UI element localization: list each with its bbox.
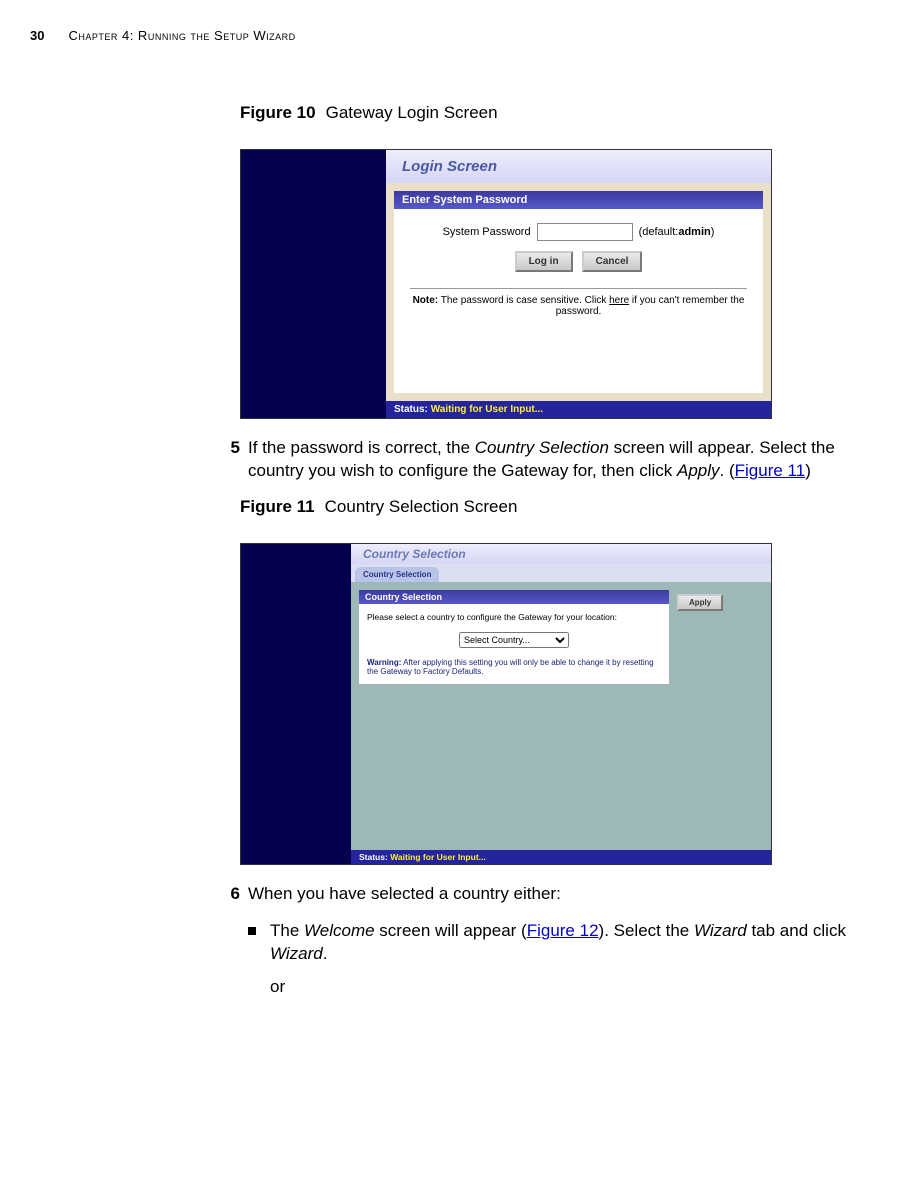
bullet-icon <box>248 927 256 935</box>
page-number: 30 <box>30 28 44 43</box>
step-6-or: or <box>270 976 873 999</box>
country-screen-title: Country Selection <box>351 544 771 564</box>
country-panel-header: Country Selection <box>359 590 669 604</box>
login-status-bar: Status: Waiting for User Input... <box>386 401 771 418</box>
page-header: 30 Chapter 4: Running the Setup Wizard <box>0 28 913 43</box>
login-screen-title: Login Screen <box>386 150 771 183</box>
login-button[interactable]: Log in <box>515 251 573 272</box>
divider <box>410 288 747 289</box>
password-label: System Password <box>443 226 531 238</box>
figure-10-caption: Figure 10Gateway Login Screen <box>240 103 873 123</box>
country-sidebar <box>241 544 351 864</box>
figure-10-screenshot: Login Screen Enter System Password Syste… <box>240 149 772 419</box>
step-6: 6 When you have selected a country eithe… <box>212 883 873 906</box>
reset-password-link[interactable]: here <box>609 295 629 306</box>
figure-11-screenshot: Country Selection Country Selection Coun… <box>240 543 772 865</box>
tab-row: Country Selection <box>351 564 771 582</box>
figure-11-link[interactable]: Figure 11 <box>735 461 806 480</box>
cancel-button[interactable]: Cancel <box>582 251 643 272</box>
chapter-title: Chapter 4: Running the Setup Wizard <box>68 28 295 43</box>
figure-12-link[interactable]: Figure 12 <box>527 921 599 940</box>
apply-button[interactable]: Apply <box>677 594 723 611</box>
login-sidebar <box>241 150 386 418</box>
login-note: Note: The password is case sensitive. Cl… <box>394 295 763 323</box>
country-select[interactable]: Select Country... <box>459 632 569 648</box>
login-panel-header: Enter System Password <box>394 191 763 209</box>
country-instruction: Please select a country to configure the… <box>367 612 661 622</box>
system-password-input[interactable] <box>537 223 633 241</box>
tab-country-selection[interactable]: Country Selection <box>355 567 439 582</box>
step-5: 5 If the password is correct, the Countr… <box>212 437 873 483</box>
step-6-bullet: The Welcome screen will appear (Figure 1… <box>248 920 873 999</box>
password-default-hint: (default:admin) <box>639 226 715 238</box>
figure-11-caption: Figure 11Country Selection Screen <box>240 497 873 517</box>
country-status-bar: Status: Waiting for User Input... <box>351 850 771 864</box>
country-warning: Warning: After applying this setting you… <box>367 658 661 676</box>
